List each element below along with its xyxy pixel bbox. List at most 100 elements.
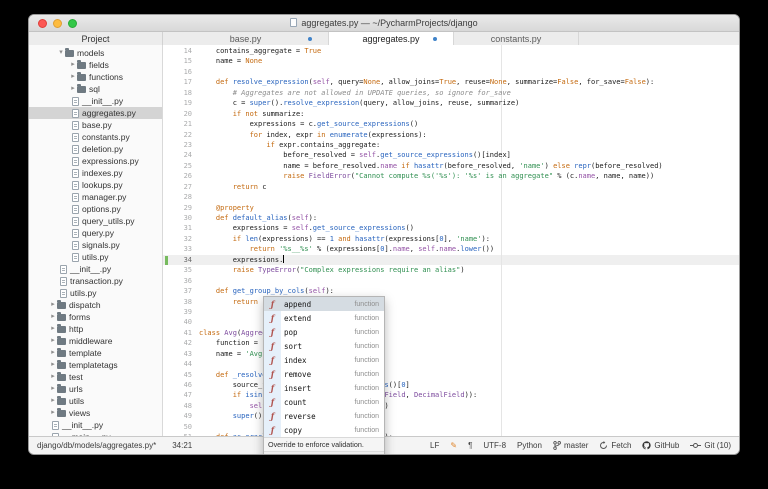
chevron-right-icon[interactable]: ▸: [49, 335, 57, 347]
tree-item-constants-py[interactable]: constants.py: [29, 131, 162, 143]
status-widget-github[interactable]: GitHub: [642, 441, 679, 450]
code-line-27[interactable]: return c: [199, 182, 739, 192]
chevron-right-icon[interactable]: ▸: [49, 311, 57, 323]
line-number[interactable]: 22: [163, 130, 197, 140]
tree-item-aggregates-py[interactable]: aggregates.py: [29, 107, 162, 119]
line-number[interactable]: 19: [163, 98, 197, 108]
completion-item-sort[interactable]: ƒsortfunction: [264, 339, 384, 353]
chevron-right-icon[interactable]: ▸: [69, 71, 77, 83]
code-line-26[interactable]: raise FieldError("Cannot compute %s('%s'…: [199, 171, 739, 181]
tree-item-signals-py[interactable]: signals.py: [29, 239, 162, 251]
line-number[interactable]: 39: [163, 307, 197, 317]
line-number[interactable]: 36: [163, 276, 197, 286]
tree-item-utils-py[interactable]: utils.py: [29, 251, 162, 263]
line-number[interactable]: 46: [163, 380, 197, 390]
code-line-25[interactable]: name = before_resolved.name if hasattr(b…: [199, 161, 739, 171]
line-number[interactable]: 15: [163, 56, 197, 66]
code-line-20[interactable]: if not summarize:: [199, 109, 739, 119]
tree-item-urls[interactable]: ▸urls: [29, 383, 162, 395]
tree-item-forms[interactable]: ▸forms: [29, 311, 162, 323]
line-number[interactable]: 23: [163, 140, 197, 150]
tree-item-indexes-py[interactable]: indexes.py: [29, 167, 162, 179]
line-number[interactable]: 43: [163, 349, 197, 359]
tree-item-template[interactable]: ▸template: [29, 347, 162, 359]
line-number[interactable]: 14: [163, 46, 197, 56]
tree-item-transaction-py[interactable]: transaction.py: [29, 275, 162, 287]
code-line-18[interactable]: # Aggregates are not allowed in UPDATE q…: [199, 88, 739, 98]
line-number[interactable]: 38: [163, 297, 197, 307]
line-number[interactable]: 17: [163, 77, 197, 87]
line-number[interactable]: 18: [163, 88, 197, 98]
code-line-14[interactable]: contains_aggregate = True: [199, 46, 739, 56]
caret-position-widget[interactable]: 34:21: [172, 441, 192, 450]
code-line-17[interactable]: def resolve_expression(self, query=None,…: [199, 77, 739, 87]
tree-item-models[interactable]: ▾models: [29, 47, 162, 59]
line-number[interactable]: 51: [163, 432, 197, 436]
completion-item-pop[interactable]: ƒpopfunction: [264, 325, 384, 339]
chevron-right-icon[interactable]: ▸: [49, 323, 57, 335]
code-line-33[interactable]: return '%s__%s' % (expressions[0].name, …: [199, 244, 739, 254]
editor-tab-constants-py[interactable]: constants.py: [454, 32, 579, 45]
code-editor[interactable]: 1415161718192021222324252627282930313233…: [163, 45, 739, 436]
line-number[interactable]: 20: [163, 109, 197, 119]
close-button[interactable]: [38, 19, 47, 28]
chevron-right-icon[interactable]: ▸: [69, 59, 77, 71]
tree-item-lookups-py[interactable]: lookups.py: [29, 179, 162, 191]
line-number[interactable]: 35: [163, 265, 197, 275]
code-line-30[interactable]: def default_alias(self):: [199, 213, 739, 223]
status-widget-git-10-[interactable]: Git (10): [690, 441, 731, 450]
line-number[interactable]: 37: [163, 286, 197, 296]
tree-item-manager-py[interactable]: manager.py: [29, 191, 162, 203]
chevron-right-icon[interactable]: ▸: [49, 407, 57, 419]
tree-item-utils[interactable]: ▸utils: [29, 395, 162, 407]
status-widget-paragraph-icon[interactable]: ¶: [468, 441, 472, 450]
code-line-34[interactable]: expressions.: [199, 255, 739, 265]
code-line-37[interactable]: def get_group_by_cols(self):: [199, 286, 739, 296]
code-line-19[interactable]: c = super().resolve_expression(query, al…: [199, 98, 739, 108]
code-line-21[interactable]: expressions = c.get_source_expressions(): [199, 119, 739, 129]
chevron-right-icon[interactable]: ▸: [49, 359, 57, 371]
line-number[interactable]: 44: [163, 359, 197, 369]
code-line-16[interactable]: [199, 67, 739, 77]
line-number[interactable]: 40: [163, 317, 197, 327]
zoom-button[interactable]: [68, 19, 77, 28]
chevron-down-icon[interactable]: ▾: [57, 47, 65, 59]
status-widget-python[interactable]: Python: [517, 441, 542, 450]
chevron-right-icon[interactable]: ▸: [69, 83, 77, 95]
line-number[interactable]: 34: [163, 255, 197, 265]
chevron-right-icon[interactable]: ▸: [49, 371, 57, 383]
line-number[interactable]: 26: [163, 171, 197, 181]
completion-item-remove[interactable]: ƒremovefunction: [264, 367, 384, 381]
tree-item-options-py[interactable]: options.py: [29, 203, 162, 215]
tree-item-sql[interactable]: ▸sql: [29, 83, 162, 95]
code-line-28[interactable]: [199, 192, 739, 202]
tree-item-__init__-py[interactable]: __init__.py: [29, 95, 162, 107]
line-number[interactable]: 31: [163, 223, 197, 233]
line-number[interactable]: 30: [163, 213, 197, 223]
completion-item-count[interactable]: ƒcountfunction: [264, 395, 384, 409]
chevron-right-icon[interactable]: ▸: [49, 299, 57, 311]
code-line-32[interactable]: if len(expressions) == 1 and hasattr(exp…: [199, 234, 739, 244]
tree-item-http[interactable]: ▸http: [29, 323, 162, 335]
editor-tab-base-py[interactable]: base.py: [163, 32, 329, 45]
line-number[interactable]: 41: [163, 328, 197, 338]
tree-item-templatetags[interactable]: ▸templatetags: [29, 359, 162, 371]
tree-item-utils-py[interactable]: utils.py: [29, 287, 162, 299]
line-number[interactable]: 50: [163, 422, 197, 432]
line-number[interactable]: 24: [163, 150, 197, 160]
tree-item-middleware[interactable]: ▸middleware: [29, 335, 162, 347]
code-line-36[interactable]: [199, 276, 739, 286]
status-widget-pen-icon[interactable]: ✎: [450, 441, 457, 450]
code-line-24[interactable]: before_resolved = self.get_source_expres…: [199, 150, 739, 160]
tree-item-query_utils-py[interactable]: query_utils.py: [29, 215, 162, 227]
line-number[interactable]: 21: [163, 119, 197, 129]
line-number[interactable]: 48: [163, 401, 197, 411]
line-number[interactable]: 29: [163, 203, 197, 213]
tree-item-base-py[interactable]: base.py: [29, 119, 162, 131]
code-line-29[interactable]: @property: [199, 203, 739, 213]
minimize-button[interactable]: [53, 19, 62, 28]
line-number[interactable]: 45: [163, 370, 197, 380]
code-line-31[interactable]: expressions = self.get_source_expression…: [199, 223, 739, 233]
line-number[interactable]: 47: [163, 390, 197, 400]
completion-item-append[interactable]: ƒappendfunction: [264, 297, 384, 311]
